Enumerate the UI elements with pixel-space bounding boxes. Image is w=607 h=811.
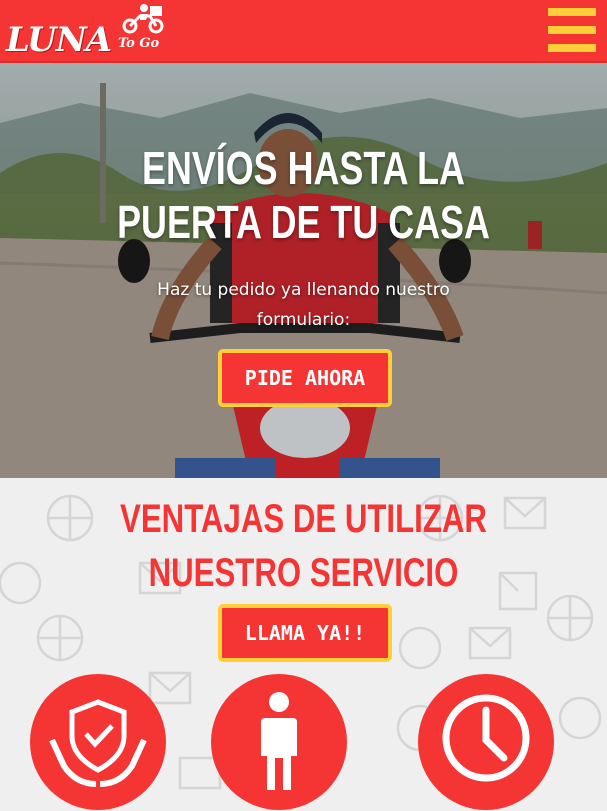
llama-ya-button[interactable]: LLAMA YA!! — [218, 604, 392, 662]
moto-delivery-icon — [122, 4, 164, 34]
hero-title-line-2: PUERTA DE TU CASA — [117, 196, 490, 248]
hero-title-line-1: ENVÍOS HASTA LA — [142, 142, 465, 194]
luna-to-go-logo[interactable]: LUNA To Go — [4, 2, 174, 60]
hero-overlay — [0, 63, 607, 478]
ventajas-title: VENTAJAS DE UTILIZAR NUESTRO SERVICIO — [67, 492, 540, 600]
logo-text: LUNA — [6, 20, 112, 60]
ventajas-title-line-2: NUESTRO SERVICIO — [148, 551, 459, 595]
clock-feature-circle — [418, 674, 554, 810]
person-feature-circle — [211, 674, 347, 810]
logo-subtext: To Go — [118, 36, 160, 51]
security-feature-circle — [30, 674, 166, 810]
ventajas-section: VENTAJAS DE UTILIZAR NUESTRO SERVICIO LL… — [0, 478, 607, 811]
clock-icon — [442, 694, 530, 782]
person-icon — [261, 692, 297, 790]
hero-title: ENVÍOS HASTA LA PUERTA DE TU CASA — [67, 141, 540, 249]
pide-ahora-button[interactable]: PIDE AHORA — [218, 349, 392, 407]
hero-banner: ENVÍOS HASTA LA PUERTA DE TU CASA Haz tu… — [0, 63, 607, 478]
site-header: LUNA To Go — [0, 0, 607, 63]
ventajas-title-line-1: VENTAJAS DE UTILIZAR — [120, 497, 487, 541]
hamburger-menu-icon[interactable] — [548, 8, 596, 52]
hero-subtitle: Haz tu pedido ya llenando nuestro formul… — [157, 280, 450, 330]
shield-check-hands-icon — [49, 699, 147, 787]
